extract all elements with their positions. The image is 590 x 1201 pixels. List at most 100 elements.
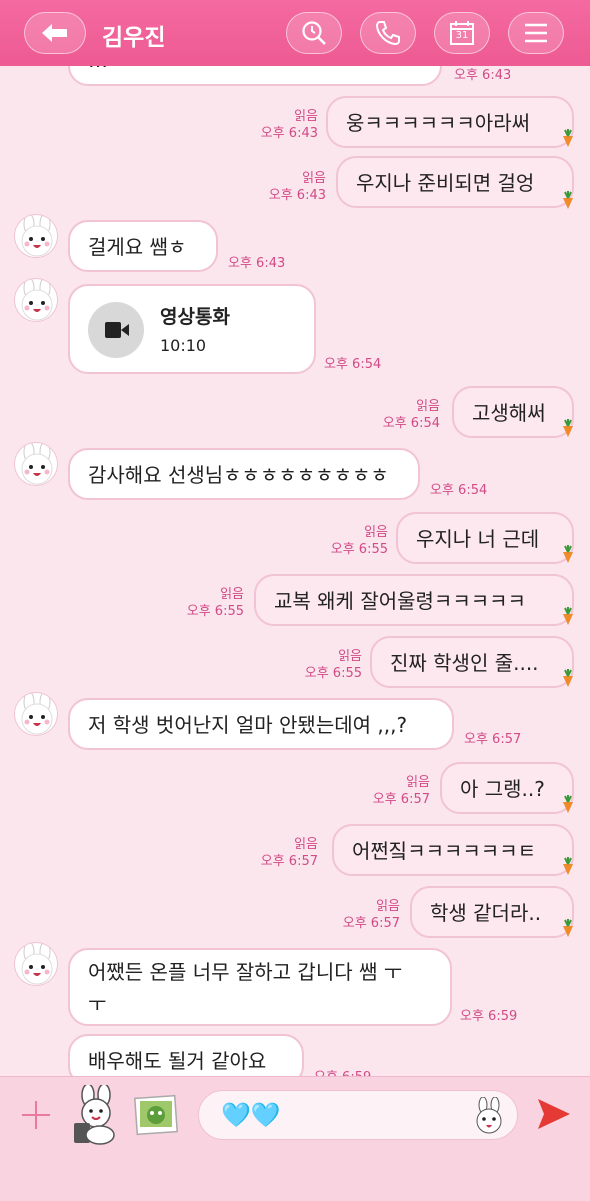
message-text: 어쩐짘ㅋㅋㅋㅋㅋㅋㅌ — [352, 839, 536, 863]
message-time: 오후 6:43 — [260, 126, 318, 141]
send-icon — [538, 1099, 570, 1129]
contact-avatar[interactable] — [14, 278, 58, 322]
message-bubble-outgoing[interactable]: 고생해써 — [452, 386, 574, 438]
bunny-sticker-icon — [74, 1083, 115, 1145]
message-text: 웅ㅋㅋㅋㅋㅋㅋ아라써 — [346, 111, 530, 135]
message-bubble-incoming[interactable]: 어쨌든 온플 너무 잘하고 갑니다 쌤 ㅜ ㅜ — [68, 948, 452, 1026]
carrot-sticker-icon — [563, 795, 573, 813]
menu-button[interactable] — [508, 12, 564, 54]
bunny-avatar-icon — [21, 943, 53, 985]
message-input[interactable]: 🩵🩵 — [198, 1090, 518, 1140]
photo-button[interactable] — [133, 1093, 180, 1137]
message-time: 오후 6:43 — [228, 256, 286, 271]
carrot-sticker-icon — [563, 857, 573, 875]
carrot-sticker-icon — [563, 129, 573, 147]
message-meta: 읽음 오후 6:55 — [331, 524, 388, 558]
message-bubble-outgoing[interactable]: 웅ㅋㅋㅋㅋㅋㅋ아라써 — [326, 96, 574, 148]
message-time: 오후 6:54 — [324, 357, 382, 372]
carrot-sticker-icon — [563, 607, 573, 625]
video-call-icon — [88, 302, 144, 358]
message-time: 오후 6:57 — [372, 792, 430, 807]
message-bubble-outgoing[interactable]: 진짜 학생인 줄.... — [370, 636, 574, 688]
calendar-button[interactable]: 31 — [434, 12, 490, 54]
video-call-title: 영상통화 — [160, 306, 230, 328]
carrot-sticker-icon — [563, 545, 573, 563]
message-bubble-outgoing[interactable]: 교복 왜케 잘어울령ㅋㅋㅋㅋㅋ — [254, 574, 574, 626]
message-bubble-outgoing[interactable]: 학생 같더라.. — [410, 886, 574, 938]
bunny-avatar-icon — [21, 693, 53, 735]
message-text: 우지나 준비되면 걸엉 — [356, 171, 535, 195]
message-time: 오후 6:55 — [304, 666, 362, 681]
message-time: 오후 6:43 — [268, 188, 326, 203]
chat-area[interactable]: … 오후 6:43 읽음 오후 6:43 웅ㅋㅋㅋㅋㅋㅋ아라써 읽음 오후 6:… — [0, 0, 590, 1076]
message-text: 저 학생 벗어난지 얼마 안됐는데여 ,,,? — [88, 713, 408, 737]
message-bubble-incoming[interactable]: 걸게요 쌤ㅎ — [68, 220, 218, 272]
phone-icon — [375, 21, 400, 46]
message-time: 오후 6:59 — [460, 1009, 518, 1024]
video-call-duration: 10:10 — [160, 336, 207, 355]
message-bubble-outgoing[interactable]: 우지나 준비되면 걸엉 — [336, 156, 574, 208]
search-icon — [302, 21, 326, 45]
read-indicator: 읽음 — [376, 899, 400, 914]
back-button[interactable] — [24, 12, 86, 54]
read-indicator: 읽음 — [406, 775, 430, 790]
emoticon-icon[interactable] — [471, 1097, 507, 1135]
message-text: 진짜 학생인 줄.... — [390, 651, 539, 675]
message-bubble-outgoing[interactable]: 아 그랭..? — [440, 762, 574, 814]
message-text: 걸게요 쌤ㅎ — [88, 235, 187, 259]
message-bubble-incoming[interactable]: 저 학생 벗어난지 얼마 안됐는데여 ,,,? — [68, 698, 454, 750]
contact-avatar[interactable] — [14, 442, 58, 486]
message-text: 감사해요 선생님ㅎㅎㅎㅎㅎㅎㅎㅎㅎ — [88, 463, 389, 487]
message-time: 오후 6:54 — [382, 416, 440, 431]
chat-header: 김우진 31 — [0, 0, 590, 66]
message-text: 아 그랭..? — [460, 777, 545, 801]
read-indicator: 읽음 — [294, 109, 318, 124]
message-meta: 읽음 오후 6:55 — [305, 648, 362, 682]
contact-avatar[interactable] — [14, 214, 58, 258]
call-button[interactable] — [360, 12, 416, 54]
message-time: 오후 6:57 — [260, 854, 318, 869]
carrot-sticker-icon — [563, 919, 573, 937]
message-text: 고생해써 — [472, 401, 546, 425]
message-meta: 읽음 오후 6:55 — [187, 586, 244, 620]
hamburger-menu-icon — [525, 23, 547, 43]
bunny-avatar-icon — [21, 443, 53, 485]
message-meta: 읽음 오후 6:43 — [261, 108, 318, 142]
video-call-bubble[interactable]: 영상통화 10:10 — [68, 284, 316, 374]
carrot-sticker-icon — [563, 669, 573, 687]
bunny-sticker-button[interactable] — [68, 1083, 126, 1145]
read-indicator: 읽음 — [416, 399, 440, 414]
back-arrow-icon — [42, 24, 67, 42]
message-text: 배우해도 될거 같아요 — [88, 1049, 267, 1073]
plus-icon[interactable] — [20, 1099, 52, 1131]
read-indicator: 읽음 — [364, 525, 388, 540]
contact-avatar[interactable] — [14, 692, 58, 736]
read-indicator: 읽음 — [294, 837, 318, 852]
read-indicator: 읽음 — [338, 649, 362, 664]
read-indicator: 읽음 — [220, 587, 244, 602]
message-time: 오후 6:57 — [464, 732, 522, 747]
message-bubble-outgoing[interactable]: 우지나 너 근데 — [396, 512, 574, 564]
message-meta: 읽음 오후 6:57 — [343, 898, 400, 932]
message-time: 오후 6:55 — [330, 542, 388, 557]
message-meta: 읽음 오후 6:57 — [261, 836, 318, 870]
bunny-avatar-icon — [21, 215, 53, 257]
search-button[interactable] — [286, 12, 342, 54]
message-text-line: ㅜ — [88, 992, 107, 1016]
message-meta: 읽음 오후 6:57 — [373, 774, 430, 808]
message-text: 우지나 너 근데 — [416, 527, 540, 551]
message-bubble-outgoing[interactable]: 어쩐짘ㅋㅋㅋㅋㅋㅋㅌ — [332, 824, 574, 876]
message-bubble-incoming[interactable]: 감사해요 선생님ㅎㅎㅎㅎㅎㅎㅎㅎㅎ — [68, 448, 420, 500]
send-button[interactable] — [534, 1095, 574, 1133]
photo-gallery-icon — [133, 1094, 179, 1136]
message-time: 오후 6:43 — [454, 68, 512, 83]
bunny-avatar-icon — [21, 279, 53, 321]
carrot-sticker-icon — [563, 419, 573, 437]
message-bubble-incoming[interactable]: 배우해도 될거 같아요 — [68, 1034, 304, 1076]
message-text-line: 어쨌든 온플 너무 잘하고 갑니다 쌤 ㅜ — [88, 960, 403, 984]
message-text: 교복 왜케 잘어울령ㅋㅋㅋㅋㅋ — [274, 589, 526, 613]
calendar-day-label: 31 — [455, 30, 469, 41]
contact-avatar[interactable] — [14, 942, 58, 986]
message-time: 오후 6:54 — [430, 483, 488, 498]
message-meta: 읽음 오후 6:54 — [383, 398, 440, 432]
